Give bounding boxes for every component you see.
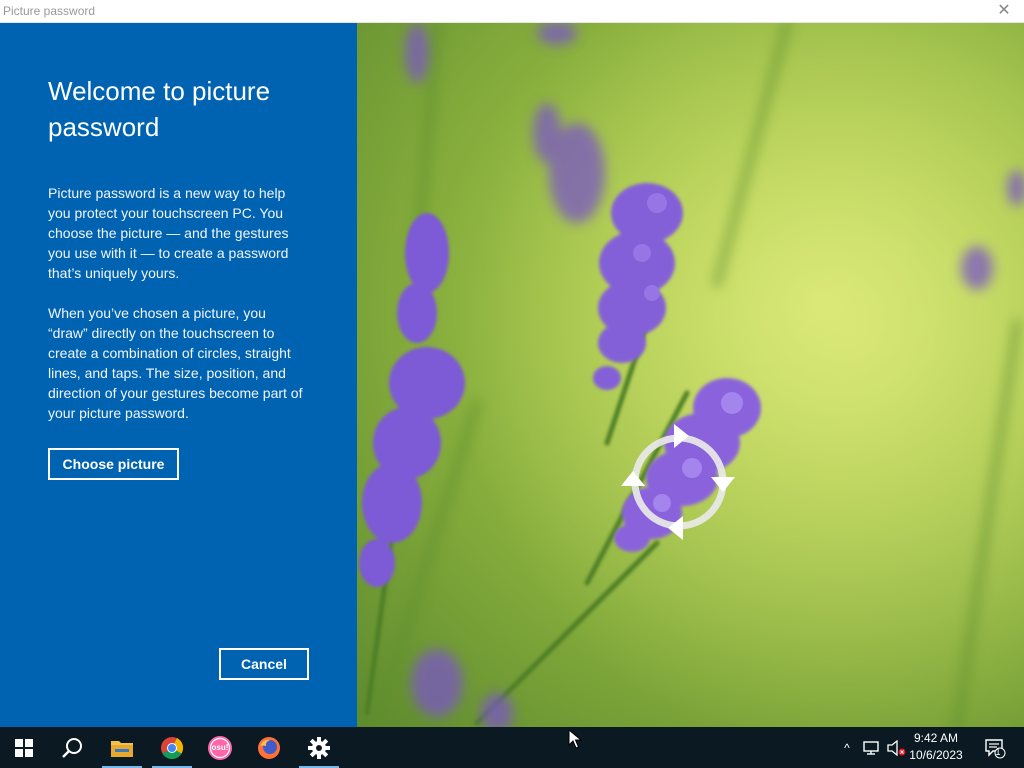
settings-button[interactable] <box>295 727 343 768</box>
chrome-icon <box>161 736 184 759</box>
system-tray: ^ <box>838 727 908 768</box>
page-title: Welcome to picture password <box>48 76 271 142</box>
lavender-illustration <box>357 23 1024 727</box>
lavender-photo[interactable] <box>357 23 1024 727</box>
gear-icon <box>308 736 330 759</box>
volume-muted-icon[interactable] <box>886 739 906 756</box>
title-bar: Picture password ✕ <box>0 0 1024 23</box>
search-button[interactable] <box>48 727 96 768</box>
mouse-pointer-icon <box>568 729 582 749</box>
file-explorer-button[interactable] <box>98 727 146 768</box>
folder-icon <box>111 740 133 757</box>
chevron-up-icon[interactable]: ^ <box>838 741 856 755</box>
notification-badge: 1 <box>995 747 1001 757</box>
close-icon[interactable]: ✕ <box>994 1 1014 21</box>
choose-picture-button[interactable]: Choose picture <box>48 448 179 480</box>
instructions-paragraph: When you’ve chosen a picture, you “draw”… <box>48 305 303 421</box>
taskbar: osu! ^ 9:42 AM 10/6/2023 1 <box>0 727 1024 768</box>
osu-button[interactable]: osu! <box>196 727 244 768</box>
osu-label: osu! <box>211 743 229 752</box>
clock-date: 10/6/2023 <box>909 748 963 762</box>
cancel-button[interactable]: Cancel <box>219 648 309 680</box>
windows-logo-icon <box>15 738 33 757</box>
window-title: Picture password <box>3 4 96 18</box>
instructions-panel: Welcome to picture password Picture pass… <box>0 23 357 727</box>
clock[interactable]: 9:42 AM 10/6/2023 <box>906 730 966 764</box>
clock-time: 9:42 AM <box>913 731 959 745</box>
search-icon <box>62 737 82 758</box>
intro-paragraph: Picture password is a new way to help yo… <box>48 185 289 281</box>
network-icon[interactable] <box>862 740 880 756</box>
firefox-button[interactable] <box>245 727 293 768</box>
start-button[interactable] <box>0 727 48 768</box>
circle-gesture-icon <box>621 424 735 540</box>
firefox-icon <box>258 736 280 759</box>
chrome-button[interactable] <box>148 727 196 768</box>
